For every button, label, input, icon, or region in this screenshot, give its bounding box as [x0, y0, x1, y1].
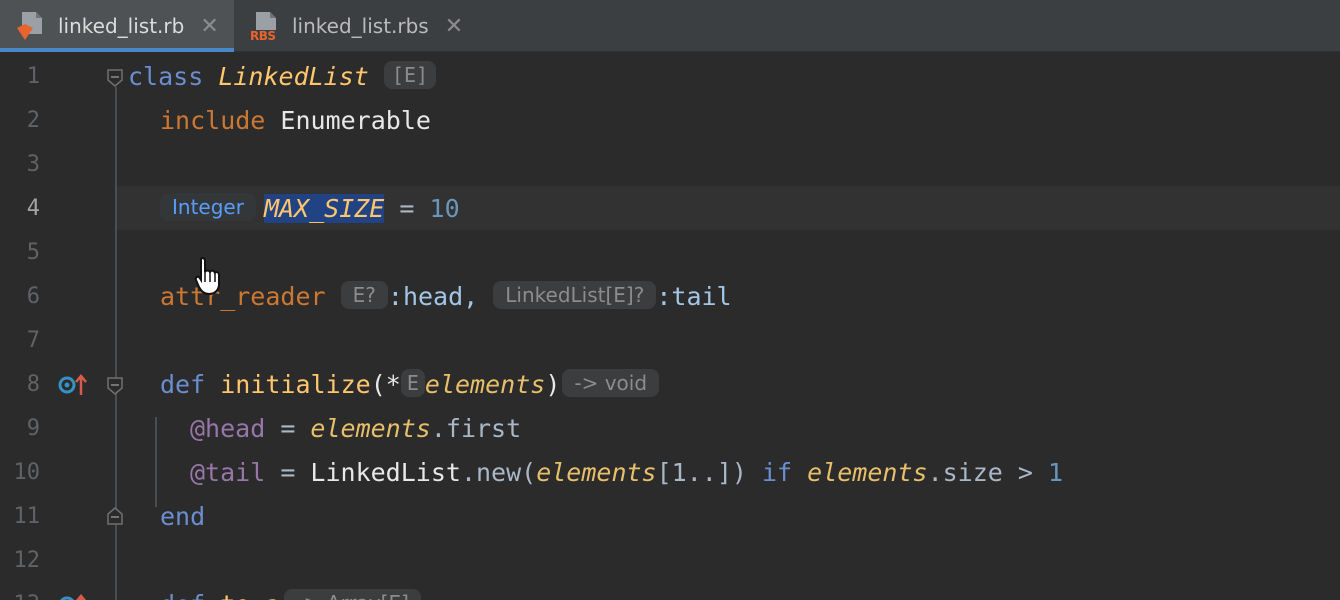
- code-line: 10 @tail = LinkedList.new(elements[1..])…: [0, 451, 1340, 495]
- code-text[interactable]: def initialize(* Eelements) -> void: [160, 363, 667, 407]
- instance-variable: @head: [190, 414, 266, 443]
- keyword: def: [160, 370, 206, 399]
- code-line: 2 include Enumerable: [0, 99, 1340, 143]
- method-call: .new(: [460, 458, 537, 487]
- tab-label: linked_list.rbs: [292, 14, 429, 38]
- operator: =: [265, 458, 311, 487]
- parameter: elements: [424, 370, 546, 399]
- code-editor[interactable]: 1 class LinkedList [E] 2 include Enumera…: [0, 53, 1340, 600]
- line-number: 4: [26, 196, 40, 221]
- editor-tab-bar: linked_list.rb ✕ RBS linked_list.rbs ✕: [0, 0, 1340, 52]
- symbol: :head,: [387, 282, 479, 311]
- code-line: 1 class LinkedList [E]: [0, 55, 1340, 99]
- line-number: 12: [13, 548, 41, 573]
- ide-window: linked_list.rb ✕ RBS linked_list.rbs ✕ 1…: [0, 0, 1340, 600]
- tab-label: linked_list.rb: [58, 14, 185, 38]
- code-line: 3: [0, 143, 1340, 187]
- return-type-hint: -> void: [562, 369, 660, 397]
- tab-linked-list-rbs[interactable]: RBS linked_list.rbs ✕: [234, 0, 466, 52]
- line-number: 13: [0, 583, 41, 600]
- method-call: .size >: [927, 458, 1048, 487]
- punctuation: ): [545, 370, 561, 399]
- line-number: 3: [26, 152, 40, 177]
- tab-linked-list-rb[interactable]: linked_list.rb ✕: [0, 0, 234, 52]
- keyword: end: [160, 502, 206, 531]
- line-number: 2: [26, 108, 40, 133]
- code-text[interactable]: include Enumerable: [160, 99, 431, 143]
- close-tab-icon[interactable]: ✕: [445, 14, 463, 39]
- code-line: 4 Integer MAX_SIZE = 10: [0, 187, 1340, 231]
- method-name: initialize: [220, 370, 371, 399]
- code-text[interactable]: @tail = LinkedList.new(elements[1..]) if…: [190, 451, 1063, 495]
- method-call: .first: [430, 414, 522, 443]
- code-text[interactable]: attr_reader E?:head, LinkedList[E]?:tail: [160, 275, 732, 319]
- line-number: 8: [26, 372, 40, 397]
- type-hint: LinkedList[E]?: [493, 281, 657, 309]
- parameter: elements: [807, 458, 928, 487]
- class-name: LinkedList: [218, 62, 369, 91]
- keyword: if: [746, 458, 808, 487]
- close-tab-icon[interactable]: ✕: [200, 14, 218, 39]
- type-hint: [E]: [383, 61, 437, 89]
- ruby-file-icon: [16, 10, 46, 42]
- method-name: to_a: [220, 590, 280, 600]
- punctuation: (*: [370, 370, 401, 399]
- line-number: 11: [13, 504, 41, 529]
- rbs-file-icon: RBS: [250, 10, 282, 42]
- code-text[interactable]: Integer MAX_SIZE = 10: [160, 187, 460, 231]
- line-number: 7: [26, 328, 40, 353]
- line-number: 1: [26, 64, 40, 89]
- code-line: 11 end: [0, 495, 1340, 539]
- code-text[interactable]: end: [160, 495, 205, 539]
- return-type-hint: -> Array[E]: [284, 589, 421, 600]
- code-line: 9 @head = elements.first: [0, 407, 1340, 451]
- parameter: elements: [310, 414, 431, 443]
- line-number: 6: [26, 284, 40, 309]
- line-number: 10: [13, 460, 41, 485]
- code-line: 7: [0, 319, 1340, 363]
- type-hint-link[interactable]: Integer: [160, 193, 256, 221]
- module-name: Enumerable: [280, 106, 431, 135]
- rbs-icon-label: RBS: [250, 30, 282, 42]
- type-hint: E?: [340, 281, 388, 309]
- class-reference: LinkedList: [310, 458, 461, 487]
- code-text[interactable]: def to_a -> Array[E]: [160, 583, 429, 600]
- keyword: attr_reader: [160, 282, 326, 311]
- instance-variable: @tail: [190, 458, 266, 487]
- range-expr: [1..]): [656, 458, 747, 487]
- code-text[interactable]: class LinkedList [E]: [128, 55, 437, 99]
- code-line: 8 def initialize(* Eelements) -> void: [0, 363, 1340, 407]
- constant-name: MAX_SIZE: [263, 194, 385, 223]
- code-text[interactable]: @head = elements.first: [190, 407, 521, 451]
- keyword: def: [160, 590, 205, 600]
- type-hint: E: [400, 369, 425, 397]
- line-number: 5: [26, 240, 40, 265]
- operator: =: [384, 194, 430, 223]
- code-line: 12: [0, 539, 1340, 583]
- hand-pointer-cursor-icon: [194, 256, 224, 296]
- number-literal: 10: [429, 194, 460, 223]
- symbol: :tail: [656, 282, 732, 311]
- number-literal: 1: [1048, 458, 1064, 487]
- operator: =: [265, 414, 311, 443]
- keyword: class: [128, 62, 204, 91]
- parameter: elements: [536, 458, 657, 487]
- keyword: include: [160, 106, 266, 135]
- code-line: 13 def to_a -> Array[E]: [0, 583, 1340, 600]
- line-number: 9: [26, 416, 40, 441]
